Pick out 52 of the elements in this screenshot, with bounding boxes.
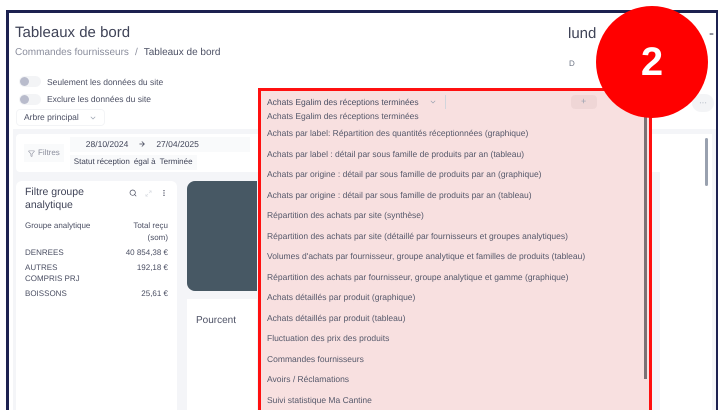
card-title: Pourcent [196,315,236,326]
dropdown-option[interactable]: Achats par label : détail par sous famille de produits par an (tableau) [267,144,524,164]
dropdown-option[interactable]: Répartition des achats par site (détaillé par fournisseurs et groupes analytiques) [267,226,568,246]
page-title: Tableaux de bord [15,23,132,43]
condition-value: Terminée [160,156,193,168]
toggle-label: Exclure les données du site [47,93,151,106]
table-cell-text: 192,18 € [136,262,168,274]
expand-icon[interactable] [145,190,152,196]
arrow-right-icon [138,140,146,148]
search-icon[interactable] [129,189,137,197]
date-range-chip[interactable]: 28/10/2024 27/04/2025 [70,136,250,152]
table-cell: 25,61 € [141,288,168,299]
toggle-switch[interactable] [19,94,41,106]
date-to: 27/04/2025 [156,138,199,150]
tree-select[interactable]: Arbre principal [16,109,105,126]
column-header: Total reçu (som) [132,220,168,244]
dropdown-option[interactable]: Avoirs / Réclamations [267,369,350,390]
condition-chip[interactable]: Statut réception égal à Terminée [70,154,197,170]
toggle-switch[interactable] [19,76,41,88]
breadcrumb-link[interactable]: Tableaux de bord [144,45,220,60]
dropdown-option[interactable]: Fluctuation des prix des produits [267,328,390,348]
dashboard-select[interactable]: Achats Egalim des réceptions terminées [267,95,446,109]
dropdown-option[interactable]: Achats détaillés par produit (graphique) [267,287,416,308]
breadcrumb-separator: / [134,46,138,60]
date-heading: lund [568,24,596,44]
dropdown-option[interactable]: Achats Egalim des réceptions terminées [267,109,419,123]
dropdown-option[interactable]: Suivi statistique Ma Cantine [267,390,372,410]
dropdown-option[interactable]: Achats détaillés par produit (tableau) [267,308,406,328]
filter-icon [28,150,35,156]
table-cell-text: BOISSONS [25,288,68,299]
filters-button[interactable]: Filtres [24,144,64,162]
condition-field: Statut réception [74,156,130,168]
toggle-label: Seulement les données du site [47,76,164,88]
date-heading-end: - [709,24,714,44]
condition-operator: égal à [134,156,156,168]
dropdown-option[interactable]: Volumes d'achats par fournisseur, groupe analytique et familles de produits (tableau) [267,246,586,266]
dropdown-option[interactable]: Répartition des achats par fournisseur, groupe analytique et gamme (graphique) [267,266,568,287]
breadcrumb-link[interactable]: Commandes fournisseurs [15,45,129,60]
dropdown-option[interactable]: Commandes fournisseurs [267,348,364,369]
scrollbar [705,138,708,186]
dropdown-option[interactable]: Répartition des achats par site (synthèse) [267,205,424,226]
date-subtitle: D [569,58,575,70]
table-cell: 40 854,38 € [126,247,168,258]
card-title: Filtre groupe analytique [25,186,85,212]
table-cell-text: DENREES [25,247,65,258]
column-header: Groupe analytique [25,220,90,232]
dropdown-option[interactable]: Achats par origine : détail par sous famille de produits par an (graphique) [267,164,542,184]
dropdown-option[interactable]: Achats par origine : détail par sous famille de produits par an (tableau) [267,184,532,205]
dropdown-option[interactable]: Achats par label: Répartition des quantités réceptionnées (graphique) [267,123,528,144]
date-from: 28/10/2024 [86,138,128,150]
chevron-down-icon [428,98,437,106]
table-cell-text: AUTRES COMPRIS PRJ [25,262,81,284]
